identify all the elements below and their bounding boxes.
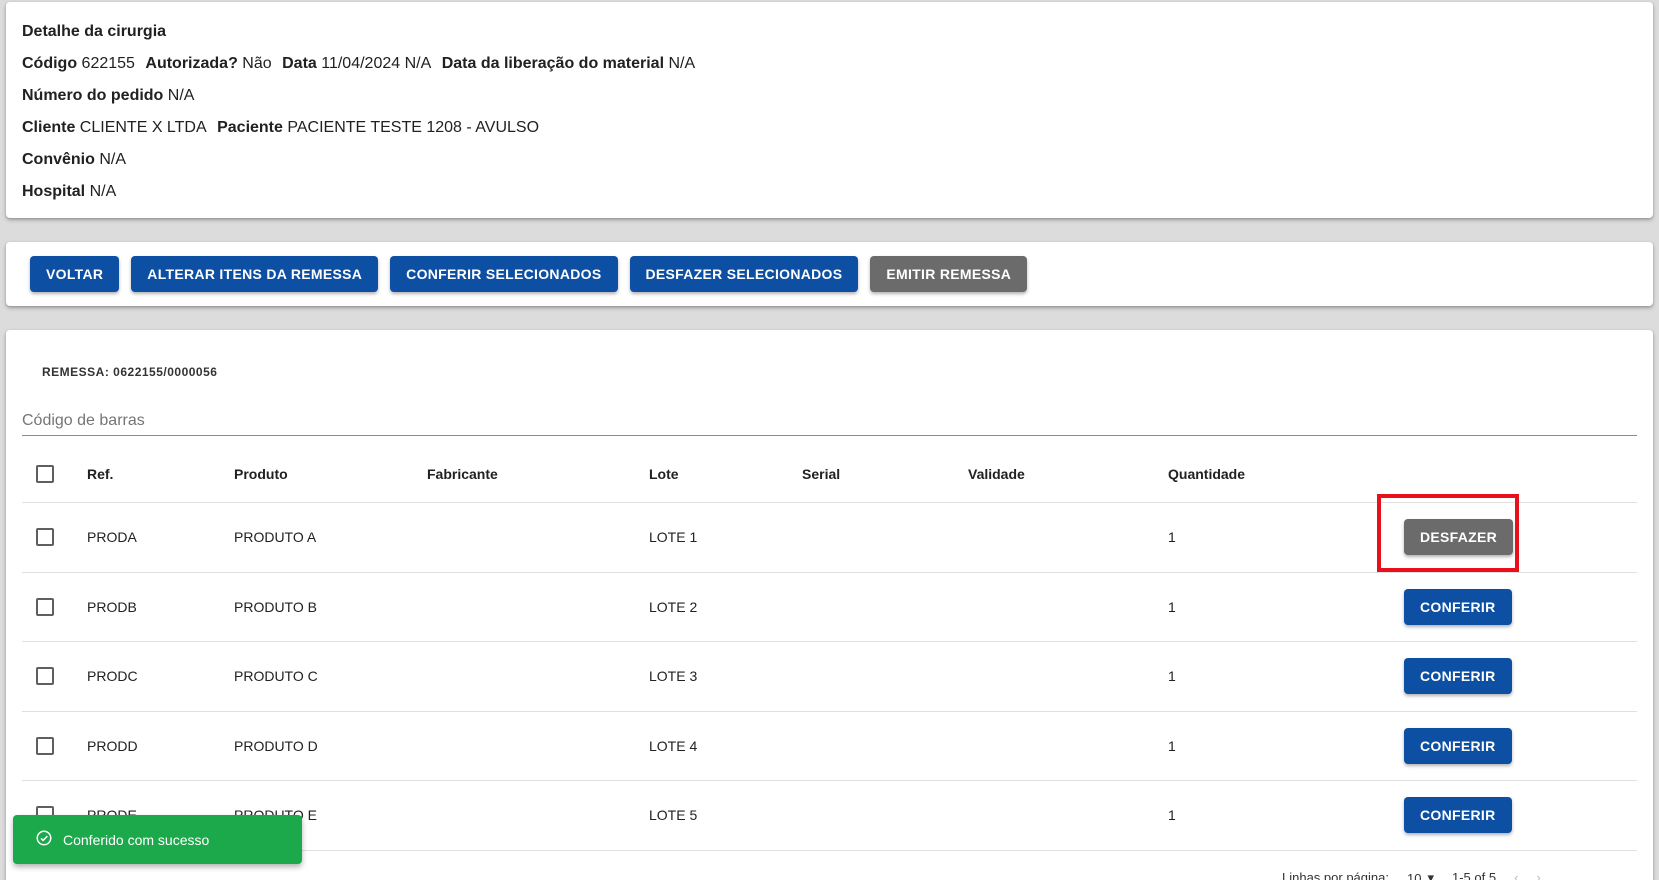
convenio-label: Convênio xyxy=(22,151,95,168)
select-all-checkbox[interactable] xyxy=(36,464,54,483)
cell-ref: PRODB xyxy=(87,598,137,615)
cell-ref: PRODC xyxy=(87,668,138,685)
desfazer-button[interactable]: DESFAZER xyxy=(1404,519,1514,556)
cell-quantidade: 1 xyxy=(1168,598,1176,615)
surgery-detail-card: Detalhe da cirurgia Código 622155 Autori… xyxy=(6,2,1653,218)
actions-toolbar: VOLTAR ALTERAR ITENS DA REMESSA CONFERIR… xyxy=(6,242,1653,306)
rows-per-page-value: 10 xyxy=(1406,870,1422,880)
cell-produto: PRODUTO B xyxy=(234,598,317,615)
cell-quantidade: 1 xyxy=(1168,737,1176,754)
header-validade: Validade xyxy=(968,465,1025,482)
barcode-input[interactable] xyxy=(22,406,1637,435)
paciente-value: PACIENTE TESTE 1208 - AVULSO xyxy=(287,119,540,136)
data-label: Data xyxy=(282,55,317,72)
caret-down-icon: ▾ xyxy=(1427,870,1434,880)
detail-line-convenio: Convênio N/A xyxy=(22,149,1637,181)
cell-lote: LOTE 4 xyxy=(649,737,698,754)
row-checkbox[interactable] xyxy=(36,667,54,686)
table-row: PRODD PRODUTO D LOTE 4 1 CONFERIR xyxy=(22,712,1637,781)
row-checkbox[interactable] xyxy=(36,528,54,547)
cell-produto: PRODUTO C xyxy=(234,668,318,685)
header-fabricante: Fabricante xyxy=(427,465,498,482)
detail-line-pedido: Número do pedido N/A xyxy=(22,85,1637,117)
emitir-remessa-button[interactable]: EMITIR REMESSA xyxy=(870,256,1028,292)
autorizada-label: Autorizada? xyxy=(145,55,238,72)
desfazer-selecionados-button[interactable]: DESFAZER SELECIONADOS xyxy=(629,256,859,292)
codigo-value: 622155 xyxy=(81,55,135,72)
header-ref: Ref. xyxy=(87,465,114,482)
snackbar-message: Conferido com sucesso xyxy=(63,831,210,848)
voltar-button[interactable]: VOLTAR xyxy=(30,256,120,292)
conferir-button[interactable]: CONFERIR xyxy=(1404,588,1512,625)
cell-lote: LOTE 5 xyxy=(649,807,698,824)
cell-lote: LOTE 1 xyxy=(649,529,698,546)
table-row: PRODB PRODUTO B LOTE 2 1 CONFERIR xyxy=(22,573,1637,642)
liberacao-value: N/A xyxy=(668,55,696,72)
row-checkbox[interactable] xyxy=(36,736,54,755)
detail-title: Detalhe da cirurgia xyxy=(22,23,167,40)
header-produto: Produto xyxy=(234,465,288,482)
convenio-value: N/A xyxy=(99,151,127,168)
pagination: Linhas por página: 10 ▾ 1-5 of 5 ‹ › xyxy=(1282,870,1541,880)
codigo-label: Código xyxy=(22,55,78,72)
header-serial: Serial xyxy=(802,465,841,482)
items-table: Ref. Produto Fabricante Lote Serial Vali… xyxy=(22,445,1637,851)
row-checkbox[interactable] xyxy=(36,597,54,616)
pedido-value: N/A xyxy=(167,87,195,104)
detail-line-hospital: Hospital N/A xyxy=(22,181,1637,213)
check-circle-icon xyxy=(35,829,53,850)
chevron-left-icon[interactable]: ‹ xyxy=(1514,870,1518,880)
rows-per-page-label: Linhas por página: xyxy=(1282,870,1389,880)
page-range: 1-5 of 5 xyxy=(1451,870,1497,880)
chevron-right-icon[interactable]: › xyxy=(1536,870,1540,880)
alterar-itens-button[interactable]: ALTERAR ITENS DA REMESSA xyxy=(131,256,379,292)
table-row: PRODC PRODUTO C LOTE 3 1 CONFERIR xyxy=(22,642,1637,712)
cliente-label: Cliente xyxy=(22,119,76,136)
cell-ref: PRODD xyxy=(87,737,138,754)
data-value: 11/04/2024 N/A xyxy=(321,55,432,72)
rows-per-page-select[interactable]: 10 ▾ xyxy=(1407,870,1434,880)
barcode-field xyxy=(22,406,1637,436)
conferir-button[interactable]: CONFERIR xyxy=(1404,727,1512,764)
cell-ref: PRODA xyxy=(87,529,137,546)
cell-produto: PRODUTO A xyxy=(234,529,317,546)
cell-quantidade: 1 xyxy=(1168,529,1176,546)
table-header-row: Ref. Produto Fabricante Lote Serial Vali… xyxy=(22,445,1637,503)
detail-line-cliente: Cliente CLIENTE X LTDA Paciente PACIENTE… xyxy=(22,117,1637,149)
detail-line-codigo: Código 622155 Autorizada? Não Data 11/04… xyxy=(22,53,1637,85)
conferir-selecionados-button[interactable]: CONFERIR SELECIONADOS xyxy=(390,256,618,292)
remessa-card: REMESSA: 0622155/0000056 Ref. Produto Fa… xyxy=(6,330,1653,880)
remessa-label: REMESSA: 0622155/0000056 xyxy=(42,365,218,379)
hospital-value: N/A xyxy=(89,183,117,200)
cell-quantidade: 1 xyxy=(1168,807,1176,824)
cell-lote: LOTE 3 xyxy=(649,668,698,685)
cell-lote: LOTE 2 xyxy=(649,598,698,615)
conferir-button[interactable]: CONFERIR xyxy=(1404,658,1512,695)
cell-quantidade: 1 xyxy=(1168,668,1176,685)
conferir-button[interactable]: CONFERIR xyxy=(1404,797,1512,834)
cell-produto: PRODUTO D xyxy=(234,737,318,754)
table-row: PRODA PRODUTO A LOTE 1 1 DESFAZER xyxy=(22,503,1637,573)
cliente-value: CLIENTE X LTDA xyxy=(79,119,207,136)
success-snackbar: Conferido com sucesso xyxy=(13,815,302,864)
hospital-label: Hospital xyxy=(22,183,86,200)
pedido-label: Número do pedido xyxy=(22,87,164,104)
paciente-label: Paciente xyxy=(217,119,283,136)
header-quantidade: Quantidade xyxy=(1168,465,1246,482)
liberacao-label: Data da liberação do material xyxy=(441,55,665,72)
header-lote: Lote xyxy=(649,465,679,482)
autorizada-value: Não xyxy=(242,55,272,72)
